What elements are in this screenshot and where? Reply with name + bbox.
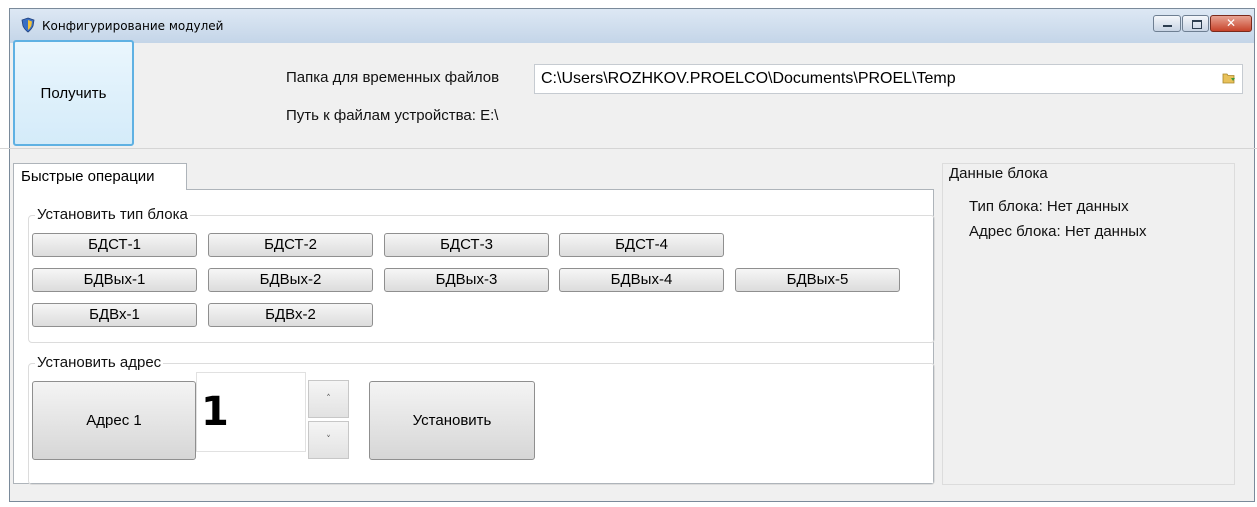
minimize-button[interactable] bbox=[1153, 15, 1181, 32]
close-button[interactable]: ✕ bbox=[1210, 15, 1252, 32]
btn-bdvyh-4[interactable]: БДВых-4 bbox=[559, 268, 724, 292]
address-button[interactable]: Адрес 1 bbox=[32, 381, 196, 460]
btn-bdvyh-2[interactable]: БДВых-2 bbox=[208, 268, 373, 292]
device-path-label: Путь к файлам устройства: E:\ bbox=[286, 107, 499, 124]
block-type-title: Установить тип блока bbox=[35, 206, 190, 223]
maximize-button[interactable] bbox=[1182, 15, 1209, 32]
address-value-input[interactable]: 1 bbox=[196, 372, 306, 452]
app-shield-icon bbox=[21, 17, 35, 33]
close-icon: ✕ bbox=[1225, 16, 1237, 30]
block-address-info: Адрес блока: Нет данных bbox=[969, 223, 1147, 240]
folder-icon[interactable] bbox=[1222, 71, 1236, 85]
btn-bdst-2[interactable]: БДСТ-2 bbox=[208, 233, 373, 257]
temp-folder-label: Папка для временных файлов bbox=[286, 69, 500, 86]
btn-bdvyh-1[interactable]: БДВых-1 bbox=[32, 268, 197, 292]
set-address-button[interactable]: Установить bbox=[369, 381, 535, 460]
block-type-info: Тип блока: Нет данных bbox=[969, 198, 1129, 215]
btn-bdvh-2[interactable]: БДВх-2 bbox=[208, 303, 373, 327]
minimize-icon bbox=[1163, 25, 1172, 27]
maximize-icon bbox=[1192, 20, 1202, 29]
tab-quick-operations[interactable]: Быстрые операции bbox=[13, 163, 187, 190]
btn-bdst-4[interactable]: БДСТ-4 bbox=[559, 233, 724, 257]
spin-up-button[interactable]: ˄ bbox=[308, 380, 349, 418]
address-title: Установить адрес bbox=[35, 354, 164, 371]
spin-down-button[interactable]: ˅ bbox=[308, 421, 349, 459]
btn-bdvyh-3[interactable]: БДВых-3 bbox=[384, 268, 549, 292]
btn-bdvh-1[interactable]: БДВх-1 bbox=[32, 303, 197, 327]
header-divider bbox=[0, 148, 1257, 149]
temp-folder-field[interactable]: C:\Users\ROZHKOV.PROELCO\Documents\PROEL… bbox=[534, 64, 1243, 94]
btn-bdvyh-5[interactable]: БДВых-5 bbox=[735, 268, 900, 292]
temp-folder-value: C:\Users\ROZHKOV.PROELCO\Documents\PROEL… bbox=[541, 70, 956, 87]
btn-bdst-1[interactable]: БДСТ-1 bbox=[32, 233, 197, 257]
window-title: Конфигурирование модулей bbox=[42, 19, 224, 33]
block-data-title: Данные блока bbox=[947, 165, 1050, 182]
title-bar: Конфигурирование модулей ✕ bbox=[10, 9, 1254, 43]
get-button[interactable]: Получить bbox=[13, 40, 134, 146]
btn-bdst-3[interactable]: БДСТ-3 bbox=[384, 233, 549, 257]
